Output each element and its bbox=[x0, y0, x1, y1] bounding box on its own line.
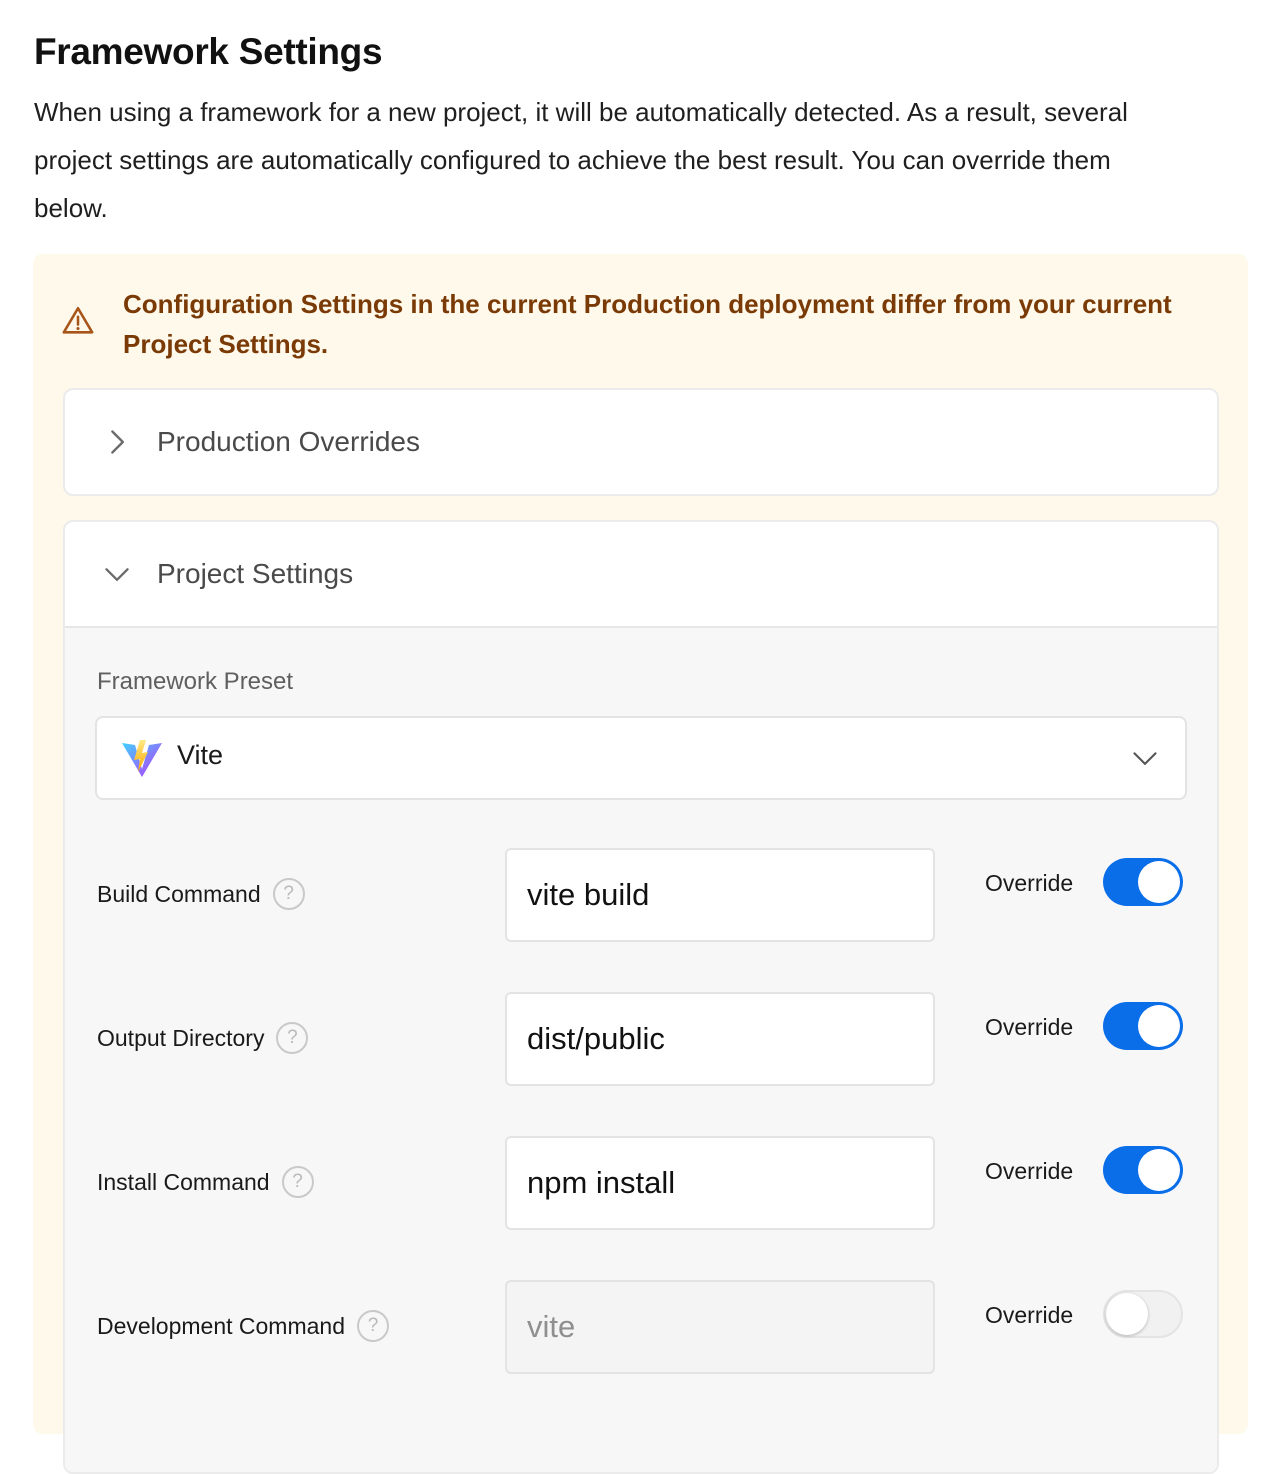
chevron-right-icon bbox=[111, 430, 125, 454]
help-icon[interactable]: ? bbox=[272, 878, 305, 910]
development-command-label: Development Command bbox=[97, 1312, 346, 1339]
output-directory-override-toggle[interactable] bbox=[1103, 1002, 1183, 1050]
config-warning-box: Configuration Settings in the current Pr… bbox=[33, 254, 1248, 1474]
override-label: Override bbox=[985, 870, 1074, 896]
output-directory-label: Output Directory bbox=[97, 1024, 265, 1051]
toggle-knob bbox=[1138, 861, 1180, 903]
override-label: Override bbox=[985, 1014, 1074, 1040]
override-label: Override bbox=[985, 1302, 1074, 1328]
toggle-knob bbox=[1138, 1005, 1180, 1047]
development-command-input[interactable] bbox=[505, 1280, 935, 1374]
project-settings-body: Framework Preset Vite Build Command ? vi… bbox=[65, 626, 1217, 1472]
output-directory-row: Output Directory ? Override bbox=[65, 992, 1217, 1088]
build-command-label: Build Command bbox=[97, 880, 261, 907]
build-command-input[interactable] bbox=[505, 848, 935, 942]
page-description: When using a framework for a new project… bbox=[34, 97, 1128, 223]
install-command-label: Install Command bbox=[97, 1168, 270, 1195]
production-overrides-panel: Production Overrides bbox=[63, 388, 1219, 496]
toggle-knob bbox=[1138, 1149, 1180, 1191]
install-command-input[interactable] bbox=[505, 1136, 935, 1230]
override-label: Override bbox=[985, 1158, 1074, 1184]
development-command-row: Development Command ? Override bbox=[65, 1280, 1217, 1376]
project-settings-toggle[interactable]: Project Settings bbox=[65, 522, 1217, 626]
install-command-override-toggle[interactable] bbox=[1103, 1146, 1183, 1194]
toggle-knob bbox=[1106, 1293, 1148, 1335]
project-settings-label: Project Settings bbox=[157, 558, 354, 589]
development-command-override-toggle[interactable] bbox=[1103, 1290, 1183, 1338]
warning-message: Configuration Settings in the current Pr… bbox=[123, 289, 1172, 359]
framework-preset-select[interactable]: Vite bbox=[95, 716, 1187, 800]
project-settings-panel: Project Settings Framework Preset Vite B… bbox=[63, 520, 1219, 1474]
page-title: Framework Settings bbox=[34, 30, 383, 72]
production-overrides-label: Production Overrides bbox=[157, 426, 421, 457]
framework-preset-label: Framework Preset bbox=[97, 668, 294, 695]
help-icon[interactable]: ? bbox=[357, 1310, 390, 1342]
help-icon[interactable]: ? bbox=[281, 1166, 314, 1198]
vite-logo-icon bbox=[122, 740, 162, 777]
chevron-down-icon bbox=[1133, 752, 1157, 765]
production-overrides-toggle[interactable]: Production Overrides bbox=[65, 390, 1217, 494]
chevron-down-icon bbox=[105, 568, 129, 581]
build-command-override-toggle[interactable] bbox=[1103, 858, 1183, 906]
help-icon[interactable]: ? bbox=[276, 1022, 309, 1054]
warning-triangle-icon bbox=[62, 306, 94, 334]
build-command-row: Build Command ? Override bbox=[65, 848, 1217, 944]
install-command-row: Install Command ? Override bbox=[65, 1136, 1217, 1232]
framework-preset-value: Vite bbox=[177, 740, 224, 770]
output-directory-input[interactable] bbox=[505, 992, 935, 1086]
